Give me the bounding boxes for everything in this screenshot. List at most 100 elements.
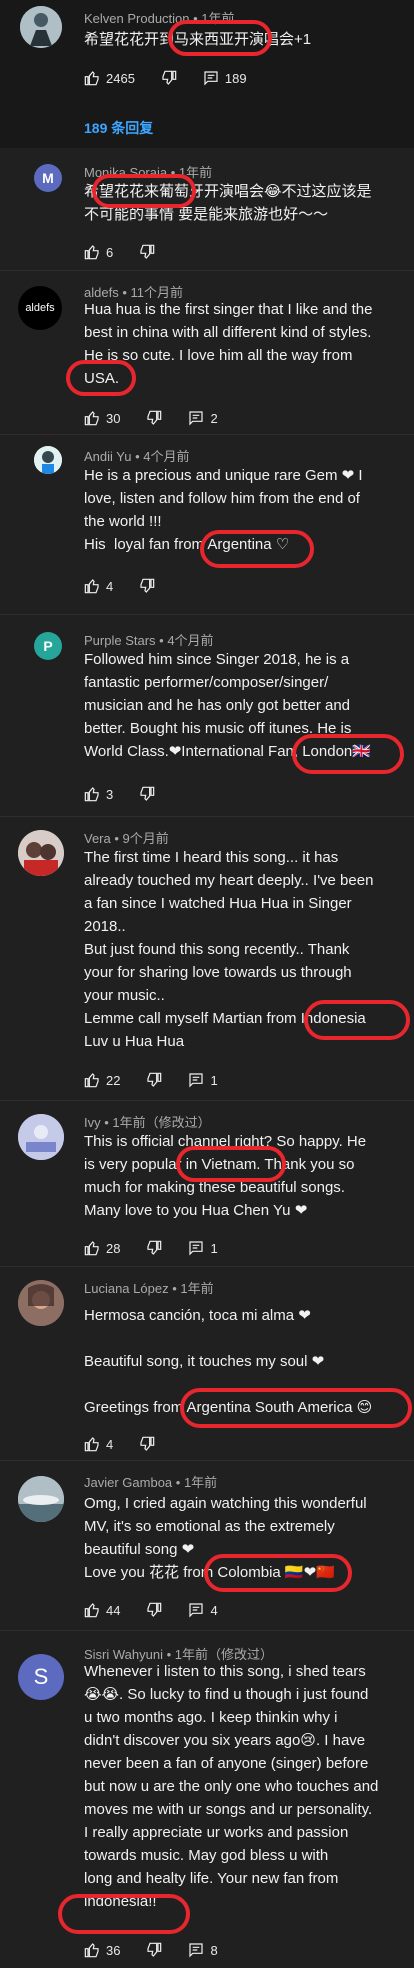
comment-time: 9个月前: [122, 831, 169, 846]
top-comment: Kelven Production • 1年前 希望花花开到马来西亚开演唱会+1…: [0, 0, 414, 148]
comment-text: Omg, I cried again watching this wonderf…: [84, 1495, 367, 1581]
reply-button[interactable]: 189: [203, 70, 247, 86]
thumbs-down-icon: [140, 244, 155, 259]
dislike-button[interactable]: [139, 578, 155, 594]
comment-author[interactable]: Purple Stars: [84, 633, 156, 648]
reply-comment: Javier Gamboa • 1年前 Omg, I cried again w…: [0, 1468, 414, 1620]
dislike-button[interactable]: [139, 786, 155, 802]
comment-time: 4个月前: [143, 449, 190, 464]
view-replies-link[interactable]: 189 条回复: [84, 118, 153, 138]
reply-button[interactable]: 2: [188, 410, 218, 426]
reply-button[interactable]: 1: [188, 1240, 218, 1256]
like-count: 4: [106, 578, 114, 594]
thumbs-up-icon: [84, 71, 99, 86]
dislike-button[interactable]: [146, 1602, 162, 1618]
reply-comment: P Purple Stars • 4个月前 Followed him since…: [0, 626, 414, 806]
avatar[interactable]: aldefs: [18, 286, 62, 330]
reply-button[interactable]: 1: [188, 1072, 218, 1088]
divider: [0, 270, 414, 271]
thumbs-up-icon: [84, 1603, 99, 1618]
like-count: 28: [106, 1240, 121, 1256]
thumbs-down-icon: [147, 1942, 162, 1957]
comment-author[interactable]: Vera: [84, 831, 111, 846]
avatar[interactable]: [18, 830, 64, 876]
divider: [0, 1266, 414, 1267]
thumbs-up-icon: [84, 1437, 99, 1452]
avatar[interactable]: P: [34, 632, 62, 660]
divider: [0, 1630, 414, 1631]
like-count: 2465: [106, 70, 135, 86]
avatar[interactable]: [18, 1280, 64, 1326]
comment-author[interactable]: Javier Gamboa: [84, 1475, 172, 1490]
comment-text: 希望花花来葡萄牙开演唱会😂不过这应该是 不可能的事情 要是能来旅游也好～～: [84, 183, 372, 223]
reply-count: 1: [210, 1240, 218, 1256]
comment-author[interactable]: Monika Soraia: [84, 165, 167, 180]
dislike-button[interactable]: [146, 410, 162, 426]
dislike-button[interactable]: [146, 1942, 162, 1958]
reply-comment: aldefs aldefs • 11个月前 Hua hua is the fir…: [0, 278, 414, 428]
comment-time: 1年前: [180, 1281, 214, 1296]
reply-button[interactable]: 8: [188, 1942, 218, 1958]
avatar[interactable]: S: [18, 1654, 64, 1700]
comment-text: Whenever i listen to this song, i shed t…: [84, 1663, 379, 1910]
comment-author[interactable]: Ivy: [84, 1115, 101, 1130]
like-button[interactable]: 2465: [84, 70, 135, 86]
reply-count: 189: [224, 70, 247, 86]
comment-time: 1年前: [183, 1475, 218, 1490]
like-button[interactable]: 30: [84, 410, 120, 426]
comment-text: Hua hua is the first singer that I like …: [84, 301, 373, 387]
comment-time: 4个月前: [167, 633, 214, 648]
reply-button[interactable]: 4: [188, 1602, 218, 1618]
thumbs-up-icon: [84, 411, 99, 426]
comment-time: 1年前: [201, 11, 235, 26]
avatar[interactable]: [34, 446, 62, 474]
thumbs-down-icon: [147, 410, 162, 425]
avatar[interactable]: [18, 1114, 64, 1160]
comment-icon: [204, 71, 218, 86]
comment-text: 希望花花开到马来西亚开演唱会+1: [84, 31, 312, 48]
reply-comment: S Sisri Wahyuni • 1年前（修改过） Whenever i li…: [0, 1640, 414, 1968]
dislike-button[interactable]: [139, 244, 155, 260]
comment-icon: [189, 1943, 204, 1958]
like-button[interactable]: 28: [84, 1240, 120, 1256]
thumbs-up-icon: [84, 1943, 99, 1958]
like-button[interactable]: 36: [84, 1942, 120, 1958]
comment-text: Followed him since Singer 2018, he is a …: [84, 651, 371, 760]
avatar[interactable]: [18, 1476, 64, 1522]
dislike-button[interactable]: [146, 1240, 162, 1256]
avatar[interactable]: [20, 6, 62, 48]
thumbs-down-icon: [147, 1602, 162, 1617]
thumbs-up-icon: [84, 245, 99, 260]
comment-icon: [189, 411, 204, 426]
comment-author[interactable]: Kelven Production: [84, 11, 190, 26]
thumbs-down-icon: [140, 786, 155, 801]
comment-text: Hermosa canción, toca mi alma ❤ Beautifu…: [84, 1307, 373, 1416]
like-button[interactable]: 6: [84, 244, 113, 260]
like-button[interactable]: 4: [84, 578, 113, 594]
like-count: 36: [106, 1942, 121, 1958]
reply-count: 1: [210, 1072, 218, 1088]
dislike-button[interactable]: [161, 70, 177, 86]
like-count: 3: [106, 786, 114, 802]
comment-text: The first time I heard this song... it h…: [84, 849, 374, 1050]
dislike-button[interactable]: [146, 1072, 162, 1088]
thumbs-down-icon: [140, 578, 155, 593]
comment-author[interactable]: Andii Yu: [84, 449, 131, 464]
thumbs-down-icon: [140, 1436, 155, 1451]
reply-comment: Andii Yu • 4个月前 He is a precious and uni…: [0, 442, 414, 602]
comment-icon: [189, 1241, 204, 1256]
divider: [0, 434, 414, 435]
like-button[interactable]: 4: [84, 1436, 113, 1452]
avatar[interactable]: M: [34, 164, 62, 192]
reply-count: 8: [210, 1942, 218, 1958]
like-button[interactable]: 3: [84, 786, 113, 802]
dislike-button[interactable]: [139, 1436, 155, 1452]
comment-icon: [189, 1603, 204, 1618]
like-count: 44: [106, 1602, 121, 1618]
comment-author[interactable]: Luciana López: [84, 1281, 169, 1296]
thumbs-up-icon: [84, 1241, 99, 1256]
comment-time: 1年前（修改过）: [112, 1115, 211, 1130]
thumbs-up-icon: [84, 579, 99, 594]
like-button[interactable]: 22: [84, 1072, 120, 1088]
like-button[interactable]: 44: [84, 1602, 120, 1618]
